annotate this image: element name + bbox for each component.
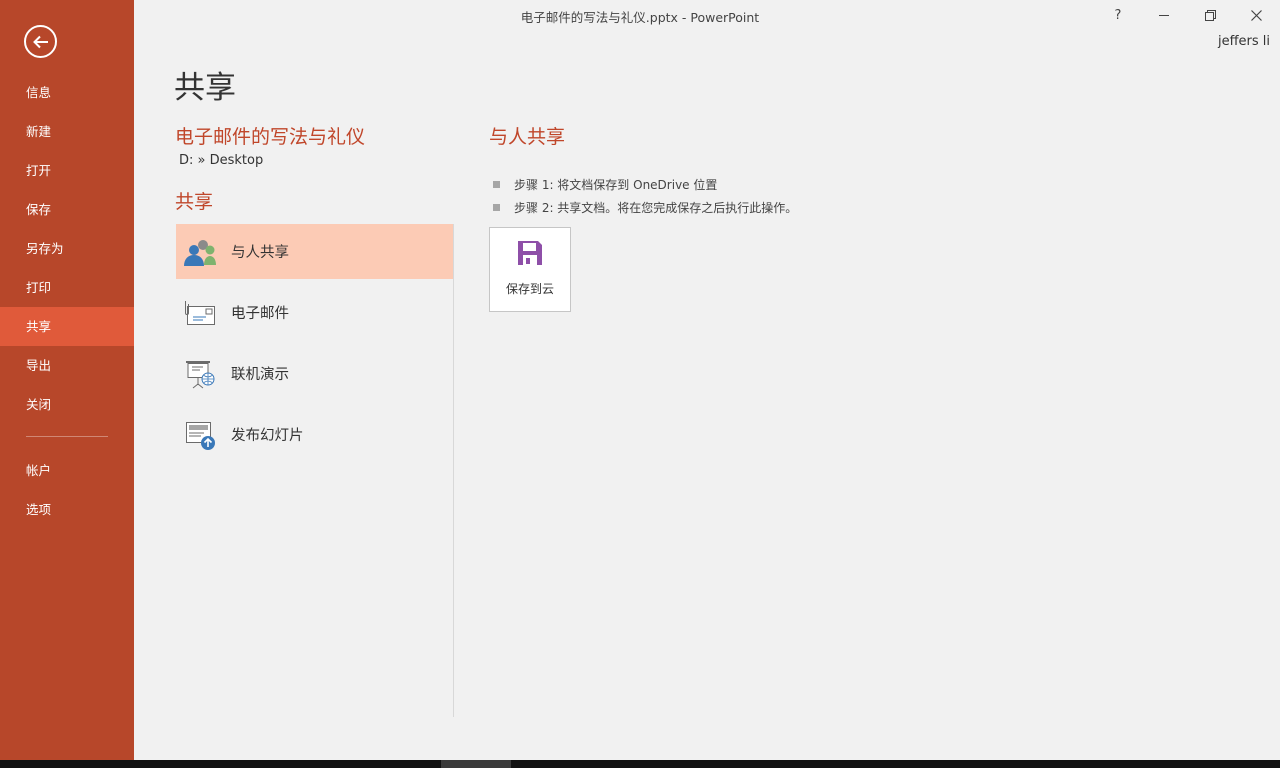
share-option-email[interactable]: 电子邮件	[176, 285, 453, 340]
share-option-publish-slides[interactable]: 发布幻灯片	[176, 407, 453, 462]
minimize-icon	[1159, 15, 1169, 16]
present-online-icon	[182, 356, 218, 392]
email-icon	[182, 295, 218, 331]
restore-icon	[1204, 9, 1216, 21]
backstage-sidebar: 信息 新建 打开 保存 另存为 打印 共享 导出 关闭 帐户 选项	[0, 0, 134, 760]
share-section-title: 共享	[175, 191, 214, 213]
taskbar-active-app[interactable]	[441, 760, 511, 768]
backstage-nav: 信息 新建 打开 保存 另存为 打印 共享 导出 关闭 帐户 选项	[0, 73, 134, 529]
nav-divider	[26, 436, 108, 437]
back-button[interactable]	[24, 25, 57, 58]
step-text: 步骤 1: 将文档保存到 OneDrive 位置	[514, 178, 718, 192]
share-option-label: 发布幻灯片	[231, 428, 304, 444]
share-option-people[interactable]: 与人共享	[176, 224, 453, 279]
nav-item-open[interactable]: 打开	[0, 151, 134, 190]
share-option-label: 与人共享	[231, 245, 289, 261]
share-options-list: 与人共享 电子邮件 联机演示 发布幻灯片	[176, 224, 453, 468]
steps-list: 步骤 1: 将文档保存到 OneDrive 位置 步骤 2: 共享文档。将在您完…	[493, 173, 797, 219]
bullet-icon	[493, 181, 500, 188]
detail-title: 与人共享	[489, 126, 566, 148]
step-item: 步骤 1: 将文档保存到 OneDrive 位置	[493, 173, 797, 196]
nav-item-print[interactable]: 打印	[0, 268, 134, 307]
restore-button[interactable]	[1194, 4, 1226, 26]
help-icon: ?	[1114, 7, 1122, 23]
column-divider	[453, 224, 454, 717]
floppy-disk-icon	[517, 240, 543, 270]
nav-item-save-as[interactable]: 另存为	[0, 229, 134, 268]
document-path: D: » Desktop	[179, 153, 264, 168]
share-option-label: 电子邮件	[231, 306, 289, 322]
share-option-label: 联机演示	[231, 367, 289, 383]
user-account-name[interactable]: jeffers li	[1218, 34, 1270, 49]
page-title: 共享	[174, 70, 236, 106]
nav-item-options[interactable]: 选项	[0, 490, 134, 529]
people-icon	[182, 234, 218, 270]
nav-item-export[interactable]: 导出	[0, 346, 134, 385]
nav-item-share[interactable]: 共享	[0, 307, 134, 346]
arrow-left-icon	[32, 35, 48, 48]
nav-item-new[interactable]: 新建	[0, 112, 134, 151]
document-title: 电子邮件的写法与礼仪	[175, 126, 366, 148]
nav-item-info[interactable]: 信息	[0, 73, 134, 112]
publish-slides-icon	[182, 417, 218, 453]
bullet-icon	[493, 204, 500, 211]
help-button[interactable]: ?	[1102, 4, 1134, 26]
close-button[interactable]	[1240, 4, 1272, 26]
nav-item-account[interactable]: 帐户	[0, 451, 134, 490]
window-title: 电子邮件的写法与礼仪.pptx - PowerPoint	[520, 10, 760, 25]
nav-item-close[interactable]: 关闭	[0, 385, 134, 424]
share-option-present-online[interactable]: 联机演示	[176, 346, 453, 401]
nav-item-save[interactable]: 保存	[0, 190, 134, 229]
step-item: 步骤 2: 共享文档。将在您完成保存之后执行此操作。	[493, 196, 797, 219]
save-to-cloud-button[interactable]: 保存到云	[489, 227, 571, 312]
taskbar	[0, 760, 1280, 768]
save-to-cloud-label: 保存到云	[505, 282, 554, 296]
close-icon	[1250, 9, 1262, 21]
minimize-button[interactable]	[1148, 4, 1180, 26]
step-text: 步骤 2: 共享文档。将在您完成保存之后执行此操作。	[514, 201, 798, 215]
